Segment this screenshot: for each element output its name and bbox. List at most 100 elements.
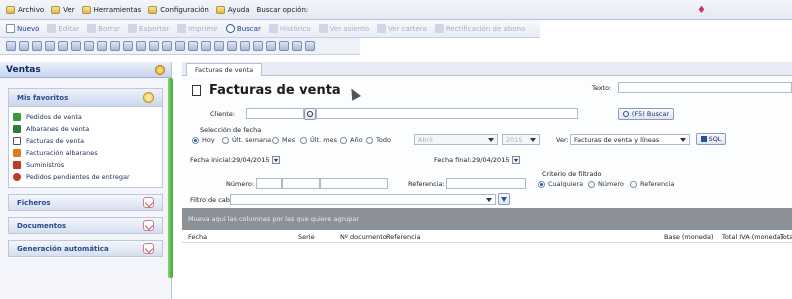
radio-ult-mes[interactable]: Últ. mes (300, 136, 337, 144)
calendar-dropdown-icon[interactable] (512, 156, 521, 164)
quick-icon[interactable] (123, 41, 133, 51)
expand-icon[interactable] (143, 243, 154, 254)
quick-icon[interactable] (214, 41, 224, 51)
quick-icon[interactable] (45, 41, 55, 51)
delete-button[interactable]: Borrar (87, 24, 120, 33)
radio-referencia[interactable]: Referencia (630, 180, 675, 188)
sidebar-item-albaranes-venta[interactable]: Albaranes de venta (13, 123, 158, 135)
sidebar-item-suministros[interactable]: Suministros (13, 159, 158, 171)
print-button[interactable]: Imprimir (177, 24, 218, 33)
radio-hoy[interactable]: Hoy (192, 136, 215, 144)
favorites-header[interactable]: Mis favoritos (9, 89, 162, 107)
sidebar-item-facturacion-albaranes[interactable]: Facturación albaranes (13, 147, 158, 159)
cliente-name-input[interactable] (316, 108, 578, 119)
history-button[interactable]: Histórico (268, 24, 311, 33)
expand-icon[interactable] (143, 220, 154, 231)
column-num-documento[interactable]: Nº documento (340, 233, 387, 241)
year-select[interactable]: 2015 (502, 134, 540, 145)
edit-button[interactable]: Editar (47, 24, 79, 33)
column-fecha[interactable]: Fecha (188, 233, 207, 241)
quick-icon[interactable] (149, 41, 159, 51)
filter-button[interactable] (498, 193, 510, 205)
radio-mes[interactable]: Mes (272, 136, 295, 144)
menu-configuracion[interactable]: Configuración (148, 5, 209, 14)
radio-numero[interactable]: Número (588, 180, 624, 188)
numero-input[interactable] (282, 178, 320, 189)
collapse-icon[interactable] (143, 92, 154, 103)
radio-cualquiera[interactable]: Cualquiera (538, 180, 583, 188)
numero-prefix-input[interactable] (256, 178, 282, 189)
collapse-icon[interactable] (155, 64, 165, 75)
quick-icon[interactable] (279, 41, 289, 51)
quick-icon[interactable] (305, 41, 315, 51)
view-portfolio-button[interactable]: Ver cartera (376, 24, 427, 33)
sidebar-item-label: Facturación albaranes (26, 149, 98, 157)
expand-icon[interactable] (143, 197, 154, 208)
month-value: Abril (418, 135, 433, 144)
quick-icon[interactable] (175, 41, 185, 51)
sidebar-section-ficheros[interactable]: Ficheros (8, 194, 163, 211)
sidebar-scrollbar[interactable] (168, 78, 173, 278)
numero-range-input[interactable] (320, 178, 388, 189)
menu-ver[interactable]: Ver (51, 5, 75, 14)
fecha-final-label: Fecha final: (434, 156, 472, 164)
group-by-bar[interactable]: Mueva aquí las columnas por las que quie… (182, 208, 792, 230)
month-select[interactable]: Abril (414, 134, 498, 145)
sidebar-section-documentos[interactable]: Documentos (8, 217, 163, 234)
rectification-button[interactable]: Rectificación de abono (434, 24, 525, 33)
sidebar-section-generacion[interactable]: Generación automática (8, 240, 163, 257)
cliente-code-input[interactable] (246, 108, 304, 119)
menu-herramientas[interactable]: Herramientas (81, 5, 141, 14)
search-option[interactable]: Buscar opción: (257, 6, 309, 14)
quick-icon[interactable] (227, 41, 237, 51)
texto-input[interactable] (618, 82, 792, 93)
quick-icon[interactable] (6, 41, 16, 51)
sidebar-item-pedidos-pendientes[interactable]: Pedidos pendientes de entregar (13, 171, 158, 183)
sidebar-item-facturas-venta[interactable]: Facturas de venta (13, 135, 158, 147)
quick-icon[interactable] (32, 41, 42, 51)
sidebar-item-pedidos-venta[interactable]: Pedidos de venta (13, 111, 158, 123)
quick-icon[interactable] (253, 41, 263, 51)
sql-button[interactable]: SQL (696, 133, 726, 145)
pending-orders-icon (13, 173, 21, 181)
menu-archivo[interactable]: Archivo (6, 5, 44, 14)
search-button[interactable]: Buscar (225, 24, 261, 33)
cliente-lookup-button[interactable] (304, 108, 316, 120)
referencia-input[interactable] (446, 178, 526, 189)
filtro-select[interactable] (230, 194, 496, 205)
column-referencia[interactable]: Referencia (386, 233, 421, 241)
new-button[interactable]: Nuevo (6, 24, 39, 33)
quick-icon[interactable] (188, 41, 198, 51)
radio-todo[interactable]: Todo (366, 136, 391, 144)
quick-icon[interactable] (136, 41, 146, 51)
quick-icon[interactable] (240, 41, 250, 51)
quick-icon[interactable] (266, 41, 276, 51)
view-entry-button[interactable]: Ver asiento (318, 24, 369, 33)
ver-select[interactable]: Facturas de venta y líneas (570, 134, 690, 145)
column-base[interactable]: Base (moneda) (664, 233, 714, 241)
fecha-final-value[interactable]: 29/04/2015 (472, 156, 521, 164)
export-button[interactable]: Exportar (128, 24, 169, 33)
quick-icon[interactable] (201, 41, 211, 51)
menu-ayuda[interactable]: Ayuda (215, 5, 250, 14)
f5-search-button[interactable]: (F5) Buscar (618, 108, 674, 120)
calendar-dropdown-icon[interactable] (272, 156, 281, 164)
sidebar-header: Ventas (0, 62, 171, 78)
quick-icon[interactable] (71, 41, 81, 51)
pin-icon[interactable]: ♦ (697, 5, 706, 16)
quick-icon[interactable] (292, 41, 302, 51)
quick-icon[interactable] (110, 41, 120, 51)
radio-ano[interactable]: Año (340, 136, 363, 144)
tab-facturas-venta[interactable]: Facturas de venta (186, 63, 263, 76)
radio-ult-semana[interactable]: Últ. semana (222, 136, 271, 144)
column-serie[interactable]: Serie (298, 233, 315, 241)
quick-icon[interactable] (97, 41, 107, 51)
column-total[interactable]: Total (780, 233, 792, 241)
print-button-label: Imprimir (188, 24, 218, 33)
column-total-iva[interactable]: Total IVA (moneda) (722, 233, 783, 241)
fecha-inicial-value[interactable]: 29/04/2015 (232, 156, 281, 164)
quick-icon[interactable] (58, 41, 68, 51)
quick-icon[interactable] (162, 41, 172, 51)
quick-icon[interactable] (19, 41, 29, 51)
quick-icon[interactable] (84, 41, 94, 51)
